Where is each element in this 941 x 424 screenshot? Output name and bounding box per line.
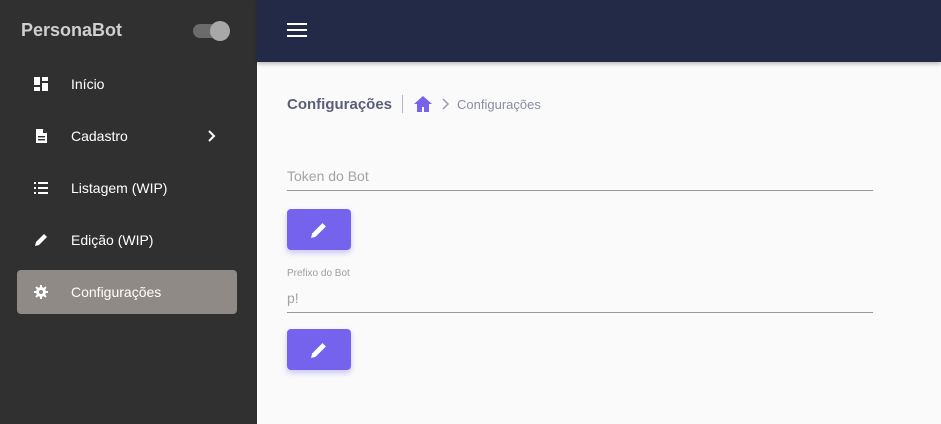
sidebar-item-configuracoes[interactable]: Configurações [17, 270, 237, 314]
sidebar-item-label: Configurações [71, 284, 162, 300]
sidebar-item-listagem[interactable]: Listagem (WIP) [17, 166, 237, 210]
edit-prefix-button[interactable] [287, 329, 351, 370]
toggle-knob [210, 21, 230, 41]
pencil-icon [311, 342, 326, 358]
gear-icon [34, 285, 48, 299]
sidebar-item-inicio[interactable]: Início [17, 62, 237, 106]
dashboard-icon [34, 77, 48, 91]
page-title: Configurações [287, 95, 393, 113]
document-icon [36, 129, 47, 143]
prefix-label: Prefixo do Bot [287, 268, 350, 279]
edit-token-button[interactable] [287, 209, 351, 250]
top-bar [257, 0, 941, 62]
sidebar-item-label: Listagem (WIP) [71, 180, 168, 196]
pencil-icon [311, 222, 326, 238]
brand-title: PersonaBot [21, 20, 123, 40]
prefix-input[interactable]: p! [287, 290, 873, 313]
breadcrumb-current: Configurações [457, 96, 541, 112]
prefix-field[interactable]: Prefixo do Bot p! [287, 268, 873, 313]
token-input[interactable]: Token do Bot [287, 168, 873, 191]
breadcrumb: Configurações Configurações [287, 94, 541, 114]
sidebar-item-label: Cadastro [71, 128, 128, 144]
sidebar-item-label: Início [71, 76, 105, 92]
theme-toggle[interactable] [193, 21, 231, 41]
hamburger-menu-icon[interactable] [287, 21, 307, 39]
token-field[interactable]: Token do Bot [287, 168, 873, 192]
chevron-right-icon [208, 130, 216, 142]
home-icon[interactable] [413, 95, 433, 113]
sidebar: PersonaBot Início Cadastro Listagem (WIP… [0, 0, 257, 424]
pencil-icon [35, 234, 47, 246]
chevron-right-icon [442, 98, 450, 110]
sidebar-item-label: Edição (WIP) [71, 232, 154, 248]
breadcrumb-divider [402, 95, 404, 113]
sidebar-item-edicao[interactable]: Edição (WIP) [17, 218, 237, 262]
list-icon [34, 182, 48, 194]
sidebar-item-cadastro[interactable]: Cadastro [17, 114, 237, 158]
